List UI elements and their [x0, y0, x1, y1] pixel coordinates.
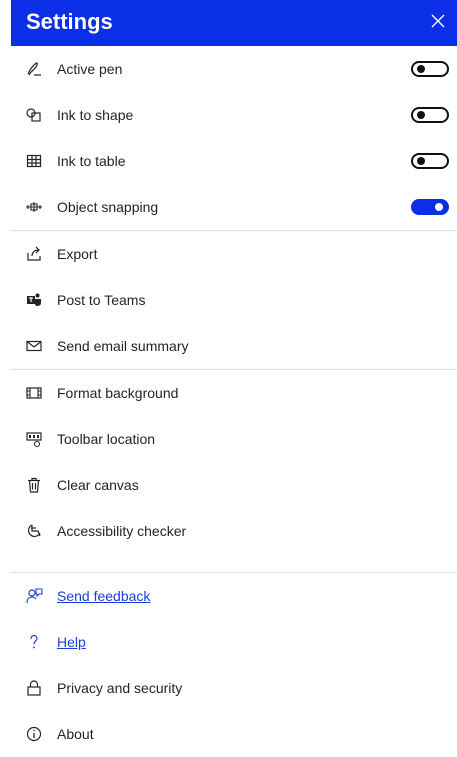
privacy-and-security-item[interactable]: Privacy and security: [11, 665, 457, 711]
export-item[interactable]: Export: [11, 231, 457, 277]
about-item[interactable]: About: [11, 711, 457, 757]
toolbar-location-icon: [25, 430, 43, 448]
ink-to-table-toggle[interactable]: [411, 153, 449, 169]
export-label: Export: [57, 246, 98, 262]
help-link[interactable]: Help: [57, 633, 86, 651]
ink-to-shape-label: Ink to shape: [57, 107, 134, 123]
ink-to-table-row[interactable]: Ink to table: [11, 138, 457, 184]
accessibility-icon: [25, 522, 43, 540]
send-feedback-link[interactable]: Send feedback: [57, 587, 150, 605]
object-snapping-label: Object snapping: [57, 199, 159, 215]
close-icon[interactable]: [429, 12, 447, 30]
active-pen-toggle[interactable]: [411, 61, 449, 77]
toolbar-location-label: Toolbar location: [57, 431, 156, 447]
clear-canvas-label: Clear canvas: [57, 477, 139, 493]
feedback-icon: [25, 587, 43, 605]
ink-to-table-label: Ink to table: [57, 153, 126, 169]
accessibility-checker-item[interactable]: Accessibility checker: [11, 508, 457, 554]
snapping-icon: [25, 198, 43, 216]
settings-header: Settings: [11, 0, 457, 46]
post-to-teams-label: Post to Teams: [57, 292, 146, 308]
info-icon: [25, 725, 43, 743]
page-title: Settings: [26, 9, 113, 34]
background-icon: [25, 384, 43, 402]
table-icon: [25, 152, 43, 170]
pen-icon: [25, 60, 43, 78]
object-snapping-row[interactable]: Object snapping: [11, 184, 457, 230]
send-email-summary-item[interactable]: Send email summary: [11, 323, 457, 369]
object-snapping-toggle[interactable]: [411, 199, 449, 215]
send-email-summary-label: Send email summary: [57, 338, 189, 354]
active-pen-label: Active pen: [57, 61, 123, 77]
lock-icon: [25, 679, 43, 697]
accessibility-checker-label: Accessibility checker: [57, 523, 187, 539]
toggle-knob: [417, 157, 425, 165]
send-feedback-item[interactable]: Send feedback: [11, 573, 457, 619]
toggle-knob: [417, 111, 425, 119]
privacy-and-security-label: Privacy and security: [57, 680, 183, 696]
help-item[interactable]: Help: [11, 619, 457, 665]
format-background-label: Format background: [57, 385, 179, 401]
toggle-knob: [435, 203, 443, 211]
about-label: About: [57, 726, 94, 742]
ink-to-shape-row[interactable]: Ink to shape: [11, 92, 457, 138]
teams-icon: [25, 291, 43, 309]
toggle-knob: [417, 65, 425, 73]
post-to-teams-item[interactable]: Post to Teams: [11, 277, 457, 323]
clear-canvas-item[interactable]: Clear canvas: [11, 462, 457, 508]
shape-icon: [25, 106, 43, 124]
toolbar-location-item[interactable]: Toolbar location: [11, 416, 457, 462]
settings-list: Active pen Ink to shape Ink to table Obj…: [11, 46, 457, 757]
active-pen-row[interactable]: Active pen: [11, 46, 457, 92]
help-icon: [25, 633, 43, 651]
trash-icon: [25, 476, 43, 494]
mail-icon: [25, 337, 43, 355]
format-background-item[interactable]: Format background: [11, 370, 457, 416]
settings-panel: Settings Active pen Ink to shape Ink to …: [0, 0, 457, 742]
export-icon: [25, 245, 43, 263]
ink-to-shape-toggle[interactable]: [411, 107, 449, 123]
